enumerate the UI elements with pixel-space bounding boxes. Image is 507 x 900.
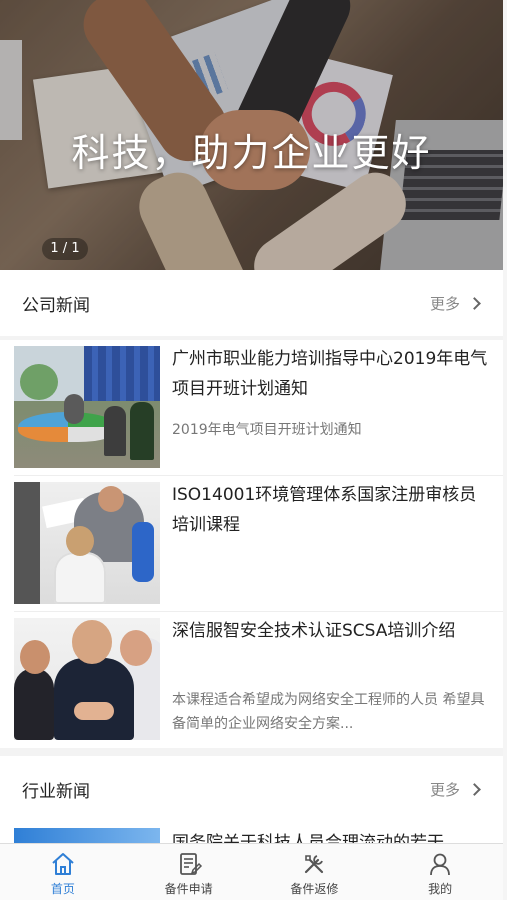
tab-label: 首页 (50, 882, 75, 896)
home-icon (52, 853, 74, 875)
news-list-item[interactable]: 广州市职业能力培训指导中心2019年电气项目开班计划通知 2019年电气项目开班… (0, 340, 503, 476)
tab-home[interactable]: 首页 (0, 844, 126, 900)
company-news-header: 公司新闻 更多 (0, 270, 503, 336)
company-news-more-link[interactable]: 更多 (429, 293, 481, 314)
section-title: 行业新闻 (22, 781, 90, 802)
banner-page-indicator: 1 / 1 (42, 238, 88, 260)
form-icon (179, 853, 202, 875)
banner-carousel[interactable]: 科技，助力企业更好 1 / 1 (0, 0, 503, 270)
news-title: 深信服智安全技术认证SCSA培训介绍 (172, 621, 456, 641)
chevron-right-icon (468, 296, 481, 310)
more-label: 更多 (429, 294, 460, 313)
user-icon (430, 853, 451, 876)
tab-label: 我的 (428, 882, 453, 896)
tab-label: 备件申请 (164, 882, 213, 896)
tab-mine[interactable]: 我的 (377, 844, 503, 900)
news-thumbnail (14, 346, 160, 468)
app-screen: 科技，助力企业更好 1 / 1 公司新闻 更多 广州市职业能力培训指导中心201… (0, 0, 503, 900)
news-list-item[interactable]: ISO14001环境管理体系国家注册审核员培训课程 (0, 476, 503, 612)
news-thumbnail (14, 482, 160, 604)
industry-news-more-link[interactable]: 更多 (429, 779, 481, 800)
news-list-item[interactable]: 深信服智安全技术认证SCSA培训介绍 本课程适合希望成为网络安全工程师的人员 希… (0, 612, 503, 748)
more-label: 更多 (429, 780, 460, 799)
news-title: 广州市职业能力培训指导中心2019年电气项目开班计划通知 (172, 349, 488, 399)
bottom-tab-bar: 首页 备件申请 备件返修 我的 (0, 843, 503, 900)
banner-slogan: 科技，助力企业更好 (71, 131, 432, 175)
tools-icon (305, 855, 324, 874)
news-description: 本课程适合希望成为网络安全工程师的人员 希望具备简单的企业网络安全方案... (172, 692, 485, 732)
section-title: 公司新闻 (22, 295, 90, 316)
screen-edge (503, 0, 507, 900)
tab-label: 备件返修 (290, 882, 339, 896)
chevron-right-icon (468, 782, 481, 796)
news-thumbnail (14, 618, 160, 740)
news-description: 2019年电气项目开班计划通知 (172, 422, 362, 438)
tab-parts-request[interactable]: 备件申请 (126, 844, 252, 900)
tab-parts-repair[interactable]: 备件返修 (252, 844, 378, 900)
industry-news-header: 行业新闻 更多 (0, 756, 503, 822)
news-title: ISO14001环境管理体系国家注册审核员培训课程 (172, 485, 477, 535)
